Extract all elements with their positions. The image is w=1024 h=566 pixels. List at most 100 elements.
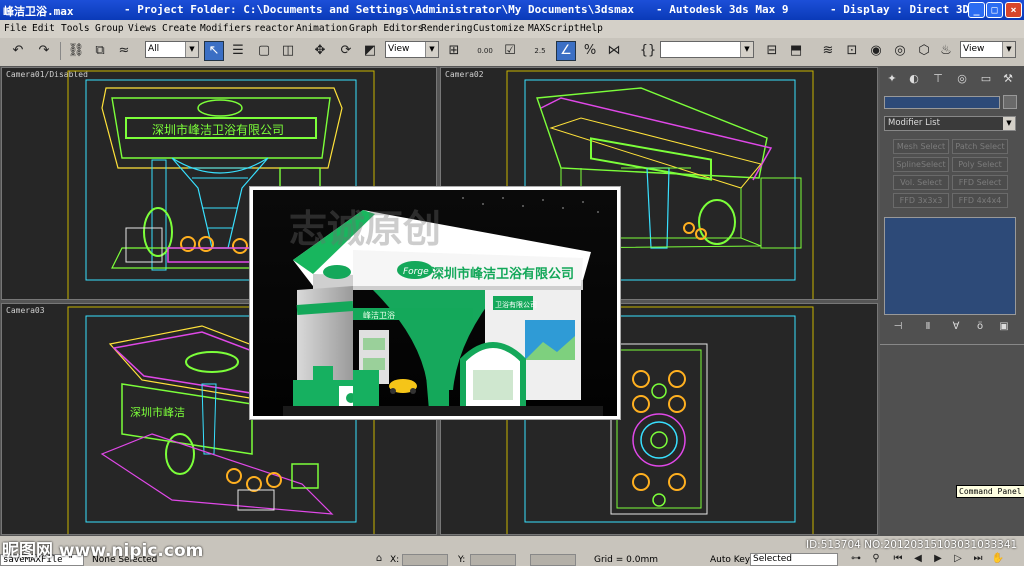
spinner-snap-icon[interactable]: 0.00 [473, 41, 497, 61]
key-filters-icon[interactable]: ⚲ [868, 551, 884, 566]
mirror-icon[interactable]: ⋈ [604, 41, 624, 61]
menu-file[interactable]: File [4, 23, 27, 34]
key-filter-value: Selected [753, 554, 793, 564]
menu-tools[interactable]: Tools [61, 23, 90, 34]
select-object-icon[interactable]: ↖ [204, 41, 224, 61]
patch-select-button[interactable]: Patch Select [952, 139, 1008, 154]
object-color-swatch[interactable] [1003, 95, 1017, 109]
menu-edit[interactable]: Edit [32, 23, 55, 34]
zoom-extents-icon[interactable]: ✋ [990, 551, 1006, 566]
rotate-icon[interactable]: ⟳ [336, 41, 356, 61]
ffd-4x4x4-button[interactable]: FFD 4x4x4 [952, 193, 1008, 208]
title-bar: 峰洁卫浴.max - Project Folder: C:\Documents … [0, 0, 1024, 20]
menu-group[interactable]: Group [95, 23, 124, 34]
menu-views[interactable]: Views [128, 23, 157, 34]
mesh-select-button[interactable]: Mesh Select [893, 139, 949, 154]
configure-modifier-sets-icon[interactable]: ▣ [996, 321, 1012, 335]
close-button[interactable]: × [1005, 2, 1022, 18]
motion-tab-icon[interactable]: ◎ [954, 71, 970, 87]
menu-reactor[interactable]: reactor [254, 23, 294, 34]
render-front-sign: 峰洁卫浴 [363, 310, 395, 320]
play-icon[interactable]: ▶ [930, 551, 946, 566]
menu-rendering[interactable]: Rendering [421, 23, 472, 34]
key-filter-dropdown[interactable]: Selected [750, 553, 838, 566]
menu-graph-editors[interactable]: Graph Editors [349, 23, 423, 34]
ffd-select-button[interactable]: FFD Select [952, 175, 1008, 190]
move-icon[interactable]: ✥ [310, 41, 330, 61]
named-selection-dropdown[interactable] [660, 41, 754, 58]
reference-coordinate-dropdown[interactable]: View [385, 41, 439, 58]
go-to-end-icon[interactable]: ⏭ [970, 551, 986, 566]
rectangular-selection-icon[interactable]: ▢ [254, 41, 274, 61]
next-frame-icon[interactable]: ▷ [950, 551, 966, 566]
render-type-dropdown[interactable]: View [960, 41, 1016, 58]
auto-key-button[interactable]: Auto Key [710, 555, 750, 565]
modifier-list-dropdown[interactable]: Modifier List [884, 116, 1016, 131]
remove-modifier-icon[interactable]: ö [972, 321, 988, 335]
percent-snap-icon[interactable]: % [580, 41, 600, 61]
x-coord-field[interactable] [402, 554, 448, 566]
snap-toggle-icon[interactable]: 2.5 [530, 41, 550, 61]
render-scene-icon[interactable]: ◎ [890, 41, 910, 61]
grid-size: Grid = 0.0mm [594, 555, 658, 565]
quick-render-icon[interactable]: ⬡ [914, 41, 934, 61]
redo-icon[interactable]: ↷ [34, 41, 54, 61]
svg-text:深圳市峰洁卫浴有限公司: 深圳市峰洁卫浴有限公司 [152, 122, 284, 137]
curve-editor-icon[interactable]: ≋ [818, 41, 838, 61]
hierarchy-tab-icon[interactable]: ⊤ [930, 71, 946, 87]
project-folder: - Project Folder: C:\Documents and Setti… [124, 3, 634, 16]
app-name: - Autodesk 3ds Max 9 [656, 3, 789, 16]
minimize-button[interactable]: _ [968, 2, 985, 18]
previous-frame-icon[interactable]: ◀ [910, 551, 926, 566]
make-unique-icon[interactable]: ∀ [948, 321, 964, 335]
menu-animation[interactable]: Animation [296, 23, 347, 34]
poly-select-button[interactable]: Poly Select [952, 157, 1008, 172]
render-sign-company: 深圳市峰洁卫浴有限公司 [431, 266, 574, 282]
set-key-icon[interactable]: ⊶ [848, 551, 864, 566]
select-by-name-icon[interactable]: ☰ [228, 41, 248, 61]
scale-icon[interactable]: ◩ [360, 41, 380, 61]
render-frame: 深圳市峰洁卫浴有限公司 Forge 峰洁卫浴 卫浴有限公司 志诚原创 [253, 190, 617, 416]
utilities-tab-icon[interactable]: ⚒ [1000, 71, 1016, 87]
go-to-start-icon[interactable]: ⏮ [890, 551, 906, 566]
render-preview: 深圳市峰洁卫浴有限公司 Forge 峰洁卫浴 卫浴有限公司 志诚原创 [250, 187, 620, 419]
image-id-watermark: ID:513704 NO:20120315103031033341 [806, 539, 1018, 551]
window-crossing-icon[interactable]: ◫ [278, 41, 298, 61]
lock-selection-icon[interactable]: ⌂ [372, 552, 386, 566]
menu-help[interactable]: Help [580, 23, 603, 34]
vol-select-button[interactable]: Vol. Select [893, 175, 949, 190]
menu-maxscript[interactable]: MAXScript [528, 23, 579, 34]
display-tab-icon[interactable]: ▭ [978, 71, 994, 87]
bind-space-warp-icon[interactable]: ≈ [114, 41, 134, 61]
pin-stack-icon[interactable]: ⊣ [890, 321, 906, 335]
menu-modifiers[interactable]: Modifiers [200, 23, 251, 34]
object-name-field[interactable] [884, 96, 1000, 109]
render-last-icon[interactable]: ♨ [936, 41, 956, 61]
layer-manager-icon[interactable]: ⬒ [786, 41, 806, 61]
edit-named-selections-icon[interactable]: ☑ [500, 41, 520, 61]
selection-filter-dropdown[interactable]: All [145, 41, 199, 58]
y-coord-label: Y: [458, 555, 466, 565]
y-coord-field[interactable] [470, 554, 516, 566]
modify-tab-icon[interactable]: ◐ [906, 71, 922, 87]
modifier-stack[interactable] [884, 217, 1016, 315]
maximize-button[interactable]: □ [986, 2, 1003, 18]
angle-snap-icon[interactable]: ∠ [556, 41, 576, 61]
main-toolbar: ↶ ↷ ⛓ ⧉ ≈ All ↖ ☰ ▢ ◫ ✥ ⟳ ◩ View ⊞ 0.00 … [0, 38, 1024, 67]
create-tab-icon[interactable]: ✦ [884, 71, 900, 87]
show-end-result-icon[interactable]: Ⅱ [920, 321, 936, 335]
render-side-sign: 卫浴有限公司 [495, 300, 537, 309]
unlink-icon[interactable]: ⧉ [90, 41, 110, 61]
select-link-icon[interactable]: ⛓ [66, 41, 86, 61]
align-icon[interactable]: ⊟ [762, 41, 782, 61]
z-coord-field[interactable] [530, 554, 576, 566]
menu-customize[interactable]: Customize [473, 23, 524, 34]
ffd-3x3x3-button[interactable]: FFD 3x3x3 [893, 193, 949, 208]
curly-braces-icon[interactable]: {} [638, 41, 658, 61]
spline-select-button[interactable]: SplineSelect [893, 157, 949, 172]
undo-icon[interactable]: ↶ [8, 41, 28, 61]
schematic-view-icon[interactable]: ⊡ [842, 41, 862, 61]
pivot-center-icon[interactable]: ⊞ [444, 41, 464, 61]
menu-create[interactable]: Create [162, 23, 196, 34]
material-editor-icon[interactable]: ◉ [866, 41, 886, 61]
